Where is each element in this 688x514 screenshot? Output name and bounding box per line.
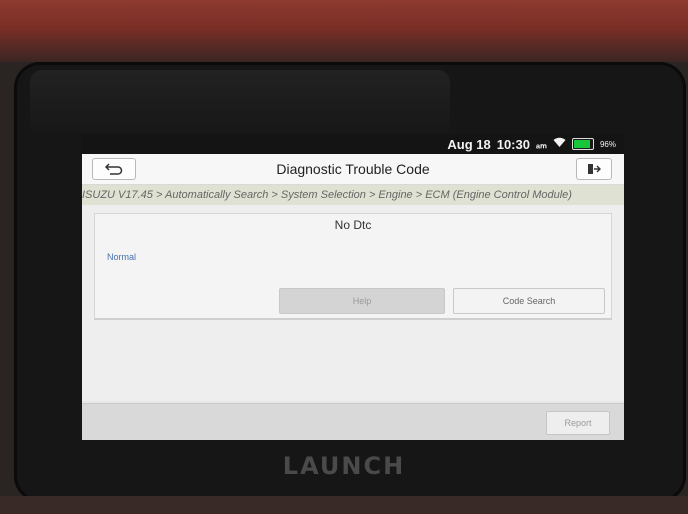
- device-screen: Aug 18 10:30 ₐₘ 96% Diagnostic Trouble C…: [82, 134, 624, 440]
- status-time: 10:30: [496, 136, 530, 152]
- status-date: Aug 18: [447, 136, 491, 152]
- battery-percent: 96%: [599, 139, 616, 149]
- breadcrumb: ISUZU V17.45 > Automatically Search > Sy…: [82, 185, 624, 205]
- page-title: Diagnostic Trouble Code: [276, 161, 430, 177]
- exit-button[interactable]: [576, 158, 612, 180]
- code-search-button[interactable]: Code Search: [453, 288, 605, 314]
- help-button[interactable]: Help: [279, 288, 445, 314]
- dtc-result-title: No Dtc: [334, 218, 372, 232]
- footer-bar: Report: [82, 403, 624, 440]
- wifi-icon: [553, 137, 566, 151]
- battery-icon: [571, 138, 594, 150]
- main-content: No Dtc Normal Help Code Search: [82, 205, 624, 401]
- exit-icon: [588, 164, 601, 174]
- status-bar: Aug 18 10:30 ₐₘ 96%: [82, 134, 624, 154]
- am-icon: ₐₘ: [535, 138, 547, 151]
- brand-logo: LAUNCH: [282, 452, 406, 480]
- dtc-result-card: No Dtc Normal Help Code Search: [94, 213, 612, 320]
- back-arrow-icon: [105, 163, 123, 175]
- back-button[interactable]: [92, 158, 136, 180]
- report-button[interactable]: Report: [546, 411, 610, 435]
- title-bar: Diagnostic Trouble Code: [82, 154, 624, 185]
- status-label: Normal: [107, 252, 137, 262]
- device-case-bottom: [0, 496, 688, 514]
- device-case-top: [0, 0, 688, 62]
